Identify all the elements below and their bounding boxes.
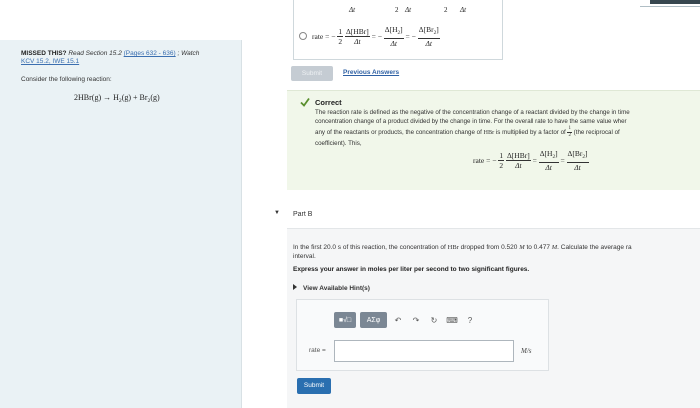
redo-icon[interactable]: ↷ [409,312,423,328]
part-b-title[interactable]: Part B [293,211,312,218]
submit-button-disabled: Submit [291,66,333,81]
rate-input-label: rate = [309,347,326,354]
answer-instruction: Express your answer in moles per liter p… [293,266,530,273]
watch-text: ; Watch [175,50,200,57]
missed-label: MISSED THIS? [21,50,67,57]
keyboard-icon[interactable]: ⌨ [445,312,459,328]
reaction-equation: 2HBr(g) → H2(g) + Br2(g) [74,93,160,104]
part-b-panel: In the first 20.0 s of this reaction, th… [287,228,700,408]
rate-option-radio[interactable] [299,32,307,40]
option-partial-coef-1: 2 [395,6,399,14]
help-icon[interactable]: ? [463,312,477,328]
previous-answers-link[interactable]: Previous Answers [343,69,399,76]
unit-label: M/s [521,347,532,355]
check-icon [300,97,310,107]
answer-area: ■√□ ΑΣφ ↶ ↷ ↻ ⌨ ? rate = M/s [296,299,549,371]
correct-title: Correct [315,98,342,107]
correct-explanation: The reaction rate is defined as the nega… [315,109,630,147]
rate-option-equation: rate = − 12 Δ[HBr] Δt = − Δ[H2] Δt = − Δ[B… [312,25,440,48]
consider-text: Consider the following reaction: [21,76,112,83]
option-partial-den-3: Δt [460,6,467,14]
view-hints-toggle[interactable]: View Available Hint(s) [293,284,370,292]
undo-icon[interactable]: ↶ [391,312,405,328]
option-partial-den-1: Δt [349,6,356,14]
top-bar [650,0,700,4]
math-toolbar: ■√□ ΑΣφ ↶ ↷ ↻ ⌨ ? [334,312,477,328]
correct-rate-equation: rate = − 12 Δ[HBr] Δt = Δ[H2] Δt = Δ[Br2] Δ… [473,149,589,172]
templates-button[interactable]: ■√□ [334,312,356,328]
submit-button[interactable]: Submit [297,378,331,394]
option-partial-den-2: Δt [405,6,412,14]
option-partial-coef-2: 2 [444,6,448,14]
top-bar-divider [640,6,700,7]
read-section-text: Read Section 15.2 [66,50,124,57]
kcv-link[interactable]: KCV 15.2, IWE 15.1 [21,58,79,65]
part-b-collapse-icon[interactable]: ▼ [274,210,280,216]
greek-symbols-button[interactable]: ΑΣφ [360,312,387,328]
rate-answer-input[interactable] [334,340,514,362]
problem-sidebar: MISSED THIS? Read Section 15.2 (Pages 63… [0,40,242,408]
reset-icon[interactable]: ↻ [427,312,441,328]
part-b-question: In the first 20.0 s of this reaction, th… [293,244,632,260]
correct-feedback-panel: Correct The reaction rate is defined as … [287,90,700,190]
expand-arrow-icon [293,284,297,290]
missed-this-note: MISSED THIS? Read Section 15.2 (Pages 63… [21,50,236,66]
pages-link[interactable]: (Pages 632 - 636) [124,50,176,57]
